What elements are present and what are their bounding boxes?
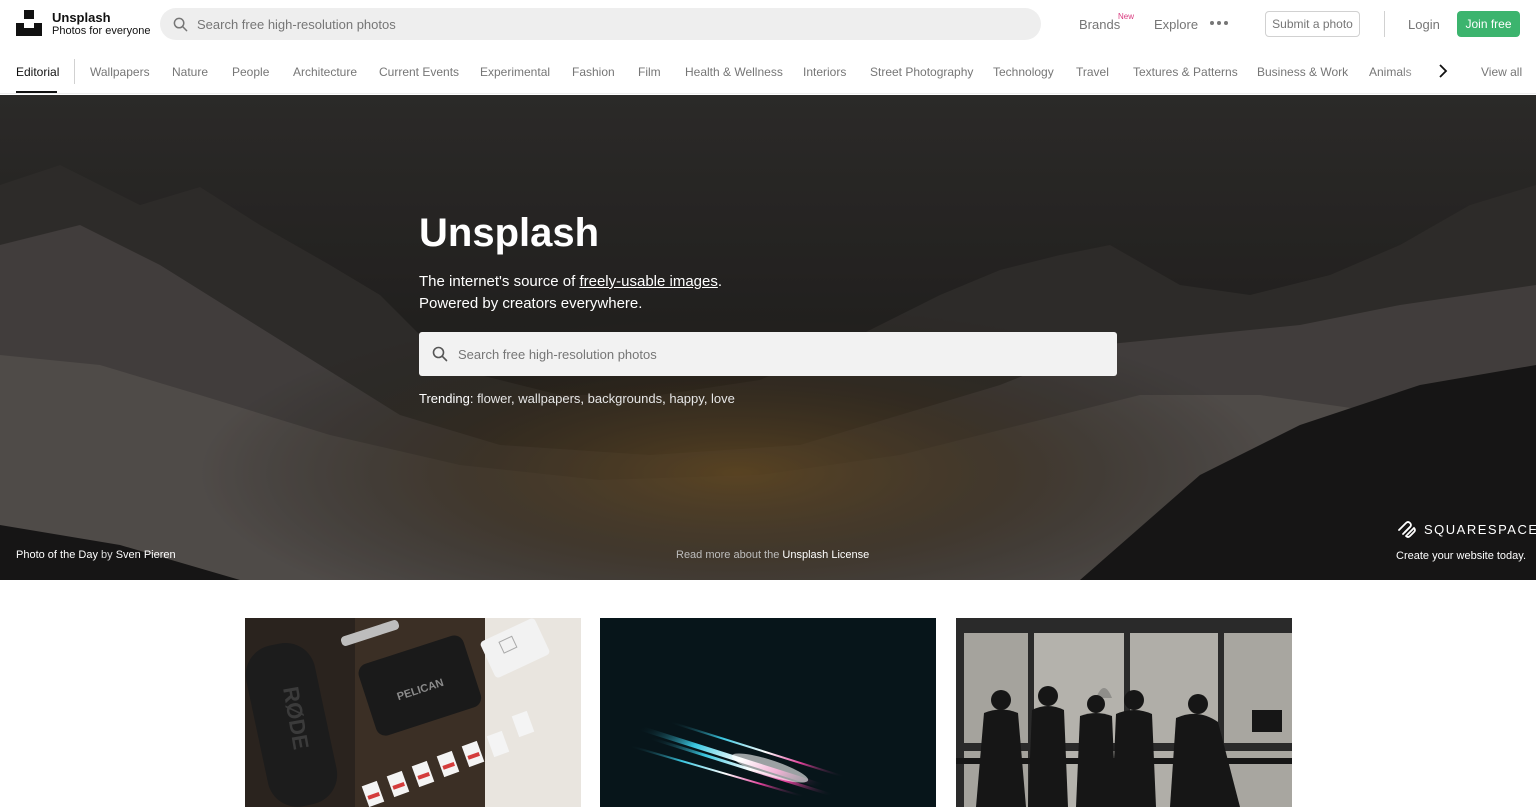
logo-subtitle: Photos for everyone	[52, 25, 151, 37]
chevron-right-icon[interactable]	[1434, 62, 1452, 80]
topics-divider	[74, 59, 75, 84]
potd-label[interactable]: Photo of the Day	[16, 549, 98, 561]
squarespace-ad[interactable]: SQUARESPACE Create your website today.	[1396, 520, 1536, 562]
hero-tagline: The internet's source of freely-usable i…	[419, 271, 722, 315]
trending-label: Trending	[419, 391, 470, 406]
header-search-input[interactable]	[197, 16, 1017, 32]
search-icon[interactable]	[173, 17, 188, 32]
topic-technology[interactable]: Technology	[993, 65, 1054, 79]
trending-link[interactable]: backgrounds	[588, 391, 662, 406]
photo-of-the-day-credit: Photo of the Day by Sven Pieren	[16, 549, 176, 561]
new-badge: New	[1118, 12, 1135, 21]
topic-business-work[interactable]: Business & Work	[1257, 65, 1348, 79]
topic-wallpapers[interactable]: Wallpapers	[90, 65, 150, 79]
unsplash-logo[interactable]: Unsplash Photos for everyone	[16, 10, 150, 37]
login-link[interactable]: Login	[1408, 17, 1440, 32]
top-header: Unsplash Photos for everyone Brands New …	[0, 0, 1536, 48]
topic-street-photography[interactable]: Street Photography	[870, 65, 973, 79]
topic-current-events[interactable]: Current Events	[379, 65, 459, 79]
topic-textures-patterns[interactable]: Textures & Patterns	[1133, 65, 1238, 79]
trending-link[interactable]: happy	[669, 391, 703, 406]
potd-author[interactable]: Sven Pieren	[116, 549, 176, 561]
trending-searches: Trending: flower, wallpapers, background…	[419, 391, 735, 406]
topic-fashion[interactable]: Fashion	[572, 65, 615, 79]
photo-card[interactable]: RØDE PELICAN	[245, 618, 581, 807]
photo-image	[600, 618, 936, 807]
active-topic-indicator	[16, 91, 57, 93]
sponsor-name: SQUARESPACE	[1424, 521, 1536, 537]
hero-title: Unsplash	[419, 211, 600, 255]
freely-usable-images-link[interactable]: freely-usable images	[579, 273, 717, 290]
trending-link[interactable]: love	[711, 391, 735, 406]
view-all-link[interactable]: View all	[1481, 65, 1522, 79]
join-free-button[interactable]: Join free	[1457, 11, 1520, 37]
squarespace-logo-icon	[1398, 521, 1416, 538]
topic-travel[interactable]: Travel	[1076, 65, 1109, 79]
hero-line1-suffix: .	[717, 273, 723, 290]
more-menu-icon[interactable]	[1210, 21, 1228, 25]
hero-line1-prefix: The internet's source of	[419, 273, 580, 290]
topic-nature[interactable]: Nature	[172, 65, 208, 79]
explore-link[interactable]: Explore	[1154, 17, 1198, 32]
unsplash-logo-icon	[16, 10, 42, 36]
license-note: Read more about the Unsplash License	[676, 549, 869, 561]
hero-search-input[interactable]	[458, 346, 1098, 362]
topic-interiors[interactable]: Interiors	[803, 65, 846, 79]
topics-nav: Editorial Wallpapers Nature People Archi…	[0, 48, 1536, 94]
photo-image: RØDE PELICAN	[245, 618, 581, 807]
photo-card[interactable]	[956, 618, 1292, 807]
trending-link[interactable]: wallpapers	[518, 391, 580, 406]
topic-experimental[interactable]: Experimental	[480, 65, 550, 79]
potd-by: by	[101, 549, 113, 561]
topic-architecture[interactable]: Architecture	[293, 65, 357, 79]
sponsor-tagline: Create your website today.	[1396, 550, 1527, 562]
hero-line2: Powered by creators everywhere.	[419, 295, 643, 312]
hero-banner: Unsplash The internet's source of freely…	[0, 95, 1536, 580]
unsplash-license-link[interactable]: Unsplash License	[782, 549, 869, 561]
brands-link[interactable]: Brands	[1079, 17, 1120, 32]
header-divider	[1384, 11, 1385, 37]
header-search-bar[interactable]	[160, 8, 1041, 40]
license-prefix: Read more about the	[676, 549, 780, 561]
submit-photo-button[interactable]: Submit a photo	[1265, 11, 1360, 37]
photo-image	[956, 618, 1292, 807]
search-icon[interactable]	[432, 346, 448, 362]
trending-link[interactable]: flower	[477, 391, 511, 406]
topic-film[interactable]: Film	[638, 65, 661, 79]
topic-people[interactable]: People	[232, 65, 269, 79]
topic-health-wellness[interactable]: Health & Wellness	[685, 65, 783, 79]
photo-card[interactable]	[600, 618, 936, 807]
logo-title: Unsplash	[52, 10, 111, 25]
topic-editorial[interactable]: Editorial	[16, 65, 59, 79]
hero-search-bar[interactable]	[419, 332, 1117, 376]
